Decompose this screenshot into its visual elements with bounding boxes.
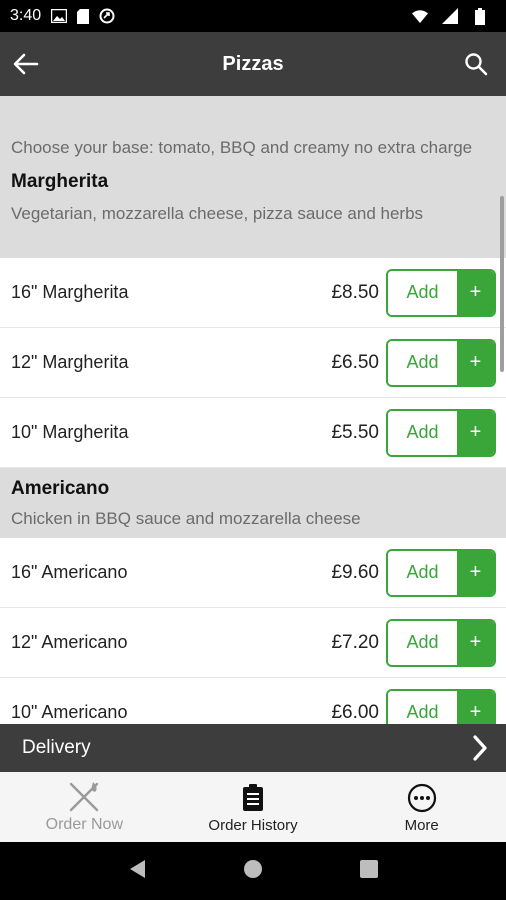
item-price: £6.50 (331, 351, 379, 373)
delivery-label: Delivery (22, 737, 91, 758)
add-label: Add (388, 340, 457, 385)
battery-icon (472, 7, 488, 25)
status-bar: 3:40 (0, 0, 506, 32)
gallery-notification-icon (51, 8, 68, 24)
item-price: £9.60 (331, 561, 379, 583)
add-button[interactable]: Add + (386, 618, 496, 667)
back-button[interactable] (10, 48, 42, 80)
add-label: Add (388, 270, 457, 315)
search-button[interactable] (460, 48, 492, 80)
delivery-bar[interactable]: Delivery (0, 724, 506, 772)
app-bar: Pizzas (0, 32, 506, 96)
list-item: 12" Americano £7.20 Add + (0, 608, 506, 678)
section-header-margherita: Choose your base: tomato, BBQ and creamy… (0, 96, 506, 258)
item-name: 12" Margherita (11, 352, 129, 372)
add-button[interactable]: Add + (386, 408, 496, 457)
sd-card-icon (75, 8, 91, 24)
wifi-icon (412, 8, 428, 24)
section-title: Margherita (11, 171, 109, 192)
menu-intro-text: Choose your base: tomato, BBQ and creamy… (11, 138, 473, 157)
list-item: 16" Americano £9.60 Add + (0, 538, 506, 608)
nav-more[interactable]: More (337, 772, 506, 842)
list-item: 10" Americano £6.00 Add + (0, 678, 506, 724)
plus-icon: + (457, 550, 494, 595)
item-price: £7.20 (331, 631, 379, 653)
scrollbar[interactable] (500, 196, 504, 372)
item-name: 10" Americano (11, 702, 128, 722)
plus-icon: + (457, 620, 494, 665)
item-name: 10" Margherita (11, 422, 129, 442)
chevron-right-icon (473, 735, 487, 761)
add-label: Add (388, 690, 457, 724)
data-saver-icon (99, 8, 115, 24)
add-button[interactable]: Add + (386, 548, 496, 597)
plus-icon: + (457, 270, 494, 315)
section-description: Chicken in BBQ sauce and mozzarella chee… (11, 509, 361, 528)
item-name: 16" Margherita (11, 282, 129, 302)
search-icon (465, 53, 488, 76)
home-circle-icon[interactable] (243, 859, 263, 884)
list-item: 12" Margherita £6.50 Add + (0, 328, 506, 398)
arrow-left-icon (13, 53, 39, 75)
add-button[interactable]: Add + (386, 338, 496, 387)
nav-label: Order Now (45, 816, 124, 833)
plus-icon: + (457, 340, 494, 385)
list-item: 16" Margherita £8.50 Add + (0, 258, 506, 328)
section-description: Vegetarian, mozzarella cheese, pizza sau… (11, 204, 424, 223)
nav-label: More (404, 816, 439, 834)
add-button[interactable]: Add + (386, 268, 496, 317)
clipboard-icon (236, 781, 270, 815)
nav-order-history[interactable]: Order History (169, 772, 338, 842)
bottom-navigation: Order Now Order History More (0, 772, 506, 842)
status-time: 3:40 (10, 7, 42, 24)
section-title: Americano (11, 478, 110, 499)
section-header-americano: Americano Chicken in BBQ sauce and mozza… (0, 468, 506, 538)
list-item: 10" Margherita £5.50 Add + (0, 398, 506, 468)
item-name: 12" Americano (11, 632, 128, 652)
menu-list[interactable]: Choose your base: tomato, BBQ and creamy… (0, 96, 506, 724)
item-price: £5.50 (331, 421, 379, 443)
add-label: Add (388, 410, 457, 455)
add-button[interactable]: Add + (386, 688, 496, 724)
recents-square-icon[interactable] (359, 859, 378, 883)
signal-icon (442, 8, 458, 24)
page-title: Pizzas (222, 52, 284, 75)
item-price: £8.50 (331, 281, 379, 303)
system-navigation-bar (0, 842, 506, 900)
cutlery-icon (67, 780, 101, 814)
add-label: Add (388, 620, 457, 665)
nav-label: Order History (208, 816, 298, 834)
add-label: Add (388, 550, 457, 595)
plus-icon: + (457, 410, 494, 455)
more-icon (405, 781, 439, 815)
item-price: £6.00 (331, 701, 379, 723)
nav-order-now[interactable]: Order Now (0, 772, 169, 842)
back-triangle-icon[interactable] (128, 859, 146, 884)
item-name: 16" Americano (11, 562, 128, 582)
plus-icon: + (457, 690, 494, 724)
